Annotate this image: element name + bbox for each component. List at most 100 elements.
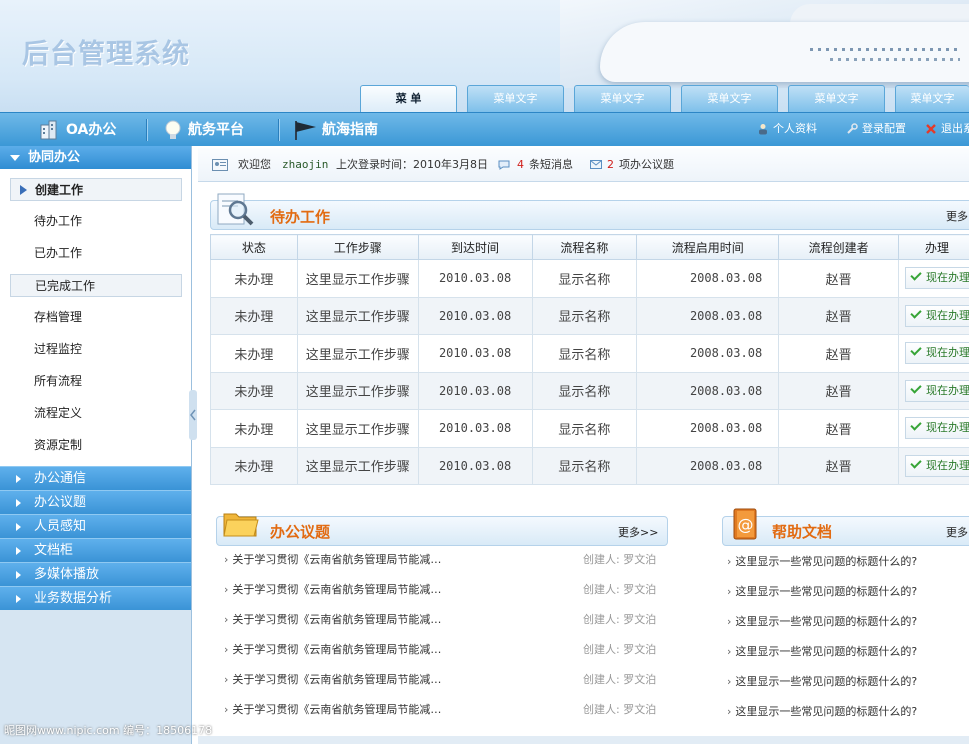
list-item[interactable]: › 这里显示一些常见问题的标题什么的?	[727, 697, 917, 727]
help-more-link[interactable]: 更多	[946, 524, 969, 540]
login-settings-link[interactable]: 登录配置	[846, 112, 906, 146]
cell-step[interactable]: 这里显示工作步骤	[296, 259, 419, 298]
sidebar-item-todo-work[interactable]: 待办工作	[10, 210, 182, 233]
sidebar-collapse-handle[interactable]	[189, 390, 197, 440]
col-flow-creator: 流程创建者	[778, 234, 899, 260]
tab-menu-text-4[interactable]: 菜单文字	[788, 85, 885, 112]
list-item[interactable]: › 这里显示一些常见问题的标题什么的?	[727, 637, 917, 667]
cell-step[interactable]: 这里显示工作步骤	[296, 334, 419, 373]
handle-now-button[interactable]: 现在办理	[904, 304, 969, 327]
sidebar-item-completed-work[interactable]: 已完成工作	[10, 274, 182, 297]
list-item[interactable]: › 关于学习贯彻《云南省航务管理局节能减…	[224, 635, 441, 665]
sidebar-group-people[interactable]: 人员感知	[0, 514, 191, 538]
sidebar-item-flow-definition[interactable]: 流程定义	[10, 402, 182, 425]
address-book-icon: @	[733, 508, 757, 540]
cell-status: 未办理	[210, 334, 298, 373]
checkmark-icon	[910, 344, 922, 356]
arrow-right-icon: ›	[727, 675, 732, 688]
sidebar-item-resource-custom[interactable]: 资源定制	[10, 434, 182, 457]
button-label: 现在办理	[925, 271, 969, 285]
sidebar-item-all-flows[interactable]: 所有流程	[10, 370, 182, 393]
message-count[interactable]: 4	[517, 148, 524, 182]
sidebar-item-label: 已办工作	[34, 246, 83, 260]
profile-link-label: 个人资料	[773, 122, 817, 135]
nav-navigation-guide[interactable]: 航海指南	[292, 113, 378, 147]
tab-menu-text-1[interactable]: 菜单文字	[467, 85, 564, 112]
nav-shipping-label: 航务平台	[188, 122, 244, 138]
nav-shipping-platform[interactable]: 航务平台	[158, 113, 244, 147]
cell-action: 现在办理	[897, 259, 969, 298]
sidebar-item-process-monitor[interactable]: 过程监控	[10, 338, 182, 361]
topic-link[interactable]: 关于学习贯彻《云南省航务管理局节能减…	[232, 553, 441, 566]
mail-icon	[590, 160, 602, 169]
col-flow-start-time: 流程启用时间	[636, 234, 780, 260]
list-item[interactable]: › 关于学习贯彻《云南省航务管理局节能减…	[224, 665, 441, 695]
building-icon	[40, 120, 57, 140]
sidebar-group-office-comm[interactable]: 办公通信	[0, 466, 191, 490]
list-item[interactable]: › 这里显示一些常见问题的标题什么的?	[727, 607, 917, 637]
sidebar-group-multimedia[interactable]: 多媒体播放	[0, 562, 191, 586]
cell-flow: 显示名称	[531, 259, 638, 298]
help-link[interactable]: 这里显示一些常见问题的标题什么的?	[735, 615, 917, 628]
handle-now-button[interactable]: 现在办理	[904, 267, 969, 290]
cell-step[interactable]: 这里显示工作步骤	[296, 296, 419, 335]
list-item[interactable]: › 关于学习贯彻《云南省航务管理局节能减…	[224, 575, 441, 605]
table-row: 未办理 这里显示工作步骤 2010.03.08 显示名称 2008.03.08 …	[210, 296, 969, 335]
topic-label[interactable]: 项办公议题	[619, 148, 674, 182]
topics-more-link[interactable]: 更多>>	[618, 524, 658, 540]
nav-oa-office[interactable]: OA办公	[36, 113, 116, 147]
list-item[interactable]: › 这里显示一些常见问题的标题什么的?	[727, 577, 917, 607]
sidebar-item-create-work[interactable]: 创建工作	[10, 178, 182, 201]
handle-now-button[interactable]: 现在办理	[904, 342, 969, 365]
topic-link[interactable]: 关于学习贯彻《云南省航务管理局节能减…	[232, 583, 441, 596]
logout-link[interactable]: 退出系	[925, 112, 969, 146]
sidebar-header-collab[interactable]: 协同办公	[0, 146, 191, 169]
cell-status: 未办理	[210, 259, 298, 298]
cell-step[interactable]: 这里显示工作步骤	[296, 409, 419, 448]
cell-creator: 赵晋	[778, 296, 899, 335]
topic-link[interactable]: 关于学习贯彻《云南省航务管理局节能减…	[232, 703, 441, 716]
table-row: 未办理 这里显示工作步骤 2010.03.08 显示名称 2008.03.08 …	[210, 409, 969, 448]
sidebar-group-documents[interactable]: 文档柜	[0, 538, 191, 562]
folder-icon	[223, 513, 259, 537]
topic-count[interactable]: 2	[607, 148, 614, 182]
sidebar-item-archive[interactable]: 存档管理	[10, 306, 182, 329]
username: zhaojin	[282, 158, 329, 171]
watermark-text: 昵图网www.nipic.com 编号：18506178	[4, 724, 213, 737]
sidebar-item-label: 过程监控	[34, 342, 83, 356]
help-link[interactable]: 这里显示一些常见问题的标题什么的?	[735, 645, 917, 658]
arrow-right-icon: ›	[224, 583, 229, 596]
topic-creator: 创建人: 罗文泊	[583, 703, 657, 716]
cell-start: 2008.03.08	[636, 259, 780, 298]
list-item[interactable]: › 关于学习贯彻《云南省航务管理局节能减…	[224, 605, 441, 635]
help-link[interactable]: 这里显示一些常见问题的标题什么的?	[735, 675, 917, 688]
todo-more-link[interactable]: 更多	[946, 208, 969, 224]
handle-now-button[interactable]: 现在办理	[904, 417, 969, 440]
list-item[interactable]: › 关于学习贯彻《云南省航务管理局节能减…	[224, 695, 441, 725]
list-item[interactable]: › 这里显示一些常见问题的标题什么的?	[727, 667, 917, 697]
tab-menu-text-5[interactable]: 菜单文字	[895, 85, 969, 112]
id-card-icon	[212, 159, 228, 171]
tab-menu-text-3[interactable]: 菜单文字	[681, 85, 778, 112]
cell-action: 现在办理	[897, 371, 969, 410]
message-label[interactable]: 条短消息	[529, 148, 573, 182]
topic-link[interactable]: 关于学习贯彻《云南省航务管理局节能减…	[232, 613, 441, 626]
list-item[interactable]: › 这里显示一些常见问题的标题什么的?	[727, 547, 917, 577]
topic-link[interactable]: 关于学习贯彻《云南省航务管理局节能减…	[232, 673, 441, 686]
cell-step[interactable]: 这里显示工作步骤	[296, 371, 419, 410]
tab-menu-text-2[interactable]: 菜单文字	[574, 85, 671, 112]
help-link[interactable]: 这里显示一些常见问题的标题什么的?	[735, 705, 917, 718]
nav-guide-label: 航海指南	[322, 122, 378, 138]
list-item[interactable]: › 关于学习贯彻《云南省航务管理局节能减…	[224, 545, 441, 575]
sidebar-item-done-work[interactable]: 已办工作	[10, 242, 182, 265]
cell-step[interactable]: 这里显示工作步骤	[296, 446, 419, 485]
tab-menu[interactable]: 菜 单	[360, 85, 457, 112]
sidebar-group-business-analysis[interactable]: 业务数据分析	[0, 586, 191, 610]
handle-now-button[interactable]: 现在办理	[904, 379, 969, 402]
help-link[interactable]: 这里显示一些常见问题的标题什么的?	[735, 585, 917, 598]
handle-now-button[interactable]: 现在办理	[904, 454, 969, 477]
help-link[interactable]: 这里显示一些常见问题的标题什么的?	[735, 555, 917, 568]
profile-link[interactable]: 个人资料	[757, 112, 817, 146]
topic-link[interactable]: 关于学习贯彻《云南省航务管理局节能减…	[232, 643, 441, 656]
sidebar-group-office-topics[interactable]: 办公议题	[0, 490, 191, 514]
